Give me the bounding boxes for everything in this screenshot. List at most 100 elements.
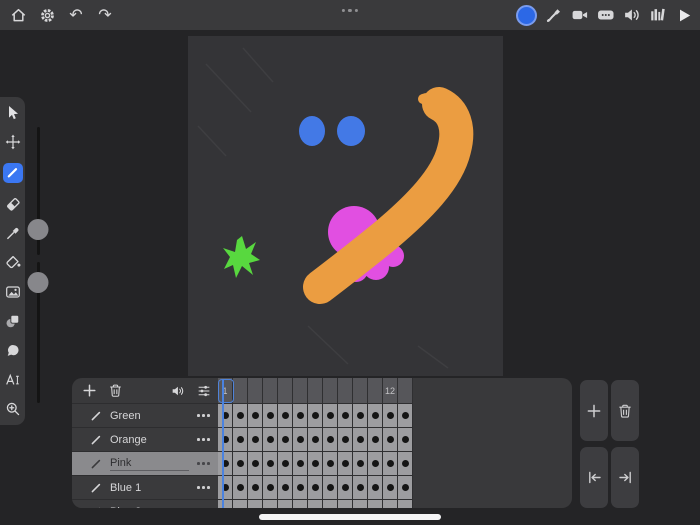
frame-cell[interactable] <box>218 500 232 508</box>
frame-cell[interactable] <box>233 404 247 427</box>
layers-audio-button[interactable] <box>169 382 186 399</box>
shapes-tool-button[interactable] <box>4 313 21 330</box>
frame-cell[interactable] <box>383 500 397 508</box>
frame-cell[interactable] <box>308 452 322 475</box>
redo-button[interactable]: ↷ <box>96 6 114 24</box>
drawing-canvas[interactable] <box>188 36 503 376</box>
frame-cell[interactable] <box>383 476 397 499</box>
draw-tool-button[interactable] <box>2 162 23 183</box>
frame-cell[interactable] <box>233 500 247 508</box>
frame-cell[interactable] <box>218 404 232 427</box>
frame-cell[interactable] <box>308 476 322 499</box>
fill-tool-button[interactable] <box>4 254 21 271</box>
frame-cell[interactable] <box>218 428 232 451</box>
color-swatch[interactable] <box>516 4 537 26</box>
volume-button[interactable] <box>623 6 641 24</box>
window-handle[interactable] <box>341 9 359 13</box>
layer-row-blue-2[interactable]: Blue 2 <box>72 500 218 508</box>
brush-button[interactable] <box>545 6 563 24</box>
frame-cell[interactable] <box>278 500 292 508</box>
home-button[interactable] <box>9 6 27 24</box>
add-layer-button[interactable] <box>81 382 98 399</box>
layer-more-button[interactable] <box>197 486 210 489</box>
frame-header-10[interactable] <box>353 378 367 403</box>
frame-cell[interactable] <box>278 428 292 451</box>
frame-cell[interactable] <box>248 500 262 508</box>
frame-cell[interactable] <box>248 404 262 427</box>
layer-more-button[interactable] <box>197 414 210 417</box>
frame-cell[interactable] <box>293 428 307 451</box>
frame-cell[interactable] <box>248 476 262 499</box>
eraser-tool-button[interactable] <box>4 195 21 212</box>
settings-button[interactable] <box>38 6 56 24</box>
frame-header-7[interactable] <box>308 378 322 403</box>
frame-cell[interactable] <box>248 452 262 475</box>
home-indicator[interactable] <box>259 514 441 520</box>
layer-row-green[interactable]: Green <box>72 404 218 428</box>
camera-button[interactable] <box>571 6 589 24</box>
jump-to-start-button[interactable] <box>580 447 608 508</box>
lasso-tool-button[interactable] <box>4 342 21 359</box>
layer-row-orange[interactable]: Orange <box>72 428 218 452</box>
frame-header-3[interactable] <box>248 378 262 403</box>
frame-cell[interactable] <box>293 452 307 475</box>
layer-more-button[interactable] <box>197 438 210 441</box>
frame-cell[interactable] <box>353 404 367 427</box>
library-button[interactable] <box>649 6 667 24</box>
frame-header-11[interactable] <box>368 378 382 403</box>
frame-cell[interactable] <box>308 404 322 427</box>
select-tool-button[interactable] <box>4 104 21 121</box>
frame-cell[interactable] <box>323 428 337 451</box>
frame-header-6[interactable] <box>293 378 307 403</box>
frame-cell[interactable] <box>233 452 247 475</box>
frame-cell[interactable] <box>293 500 307 508</box>
frame-cell[interactable] <box>368 428 382 451</box>
frame-cell[interactable] <box>218 476 232 499</box>
frame-cell[interactable] <box>338 452 352 475</box>
frame-cell[interactable] <box>278 452 292 475</box>
frame-cell[interactable] <box>368 452 382 475</box>
frame-cell[interactable] <box>233 428 247 451</box>
frame-cell[interactable] <box>368 404 382 427</box>
frame-cell[interactable] <box>353 476 367 499</box>
frame-cell[interactable] <box>278 476 292 499</box>
frame-cell[interactable] <box>338 500 352 508</box>
layer-more-button[interactable] <box>197 462 210 465</box>
frame-cell[interactable] <box>383 452 397 475</box>
tool-slider-upper[interactable] <box>27 127 49 255</box>
frame-cell[interactable] <box>353 500 367 508</box>
frame-cell[interactable] <box>323 476 337 499</box>
frame-cell[interactable] <box>293 476 307 499</box>
frame-cell[interactable] <box>263 404 277 427</box>
delete-layer-button[interactable] <box>107 382 124 399</box>
captions-button[interactable] <box>597 6 615 24</box>
undo-button[interactable]: ↶ <box>67 6 85 24</box>
add-frame-button[interactable] <box>580 380 608 441</box>
frame-cell[interactable] <box>398 428 412 451</box>
jump-to-end-button[interactable] <box>611 447 639 508</box>
frame-cell[interactable] <box>338 428 352 451</box>
frame-cell[interactable] <box>398 500 412 508</box>
frame-cell[interactable] <box>338 476 352 499</box>
eyedropper-tool-button[interactable] <box>4 225 21 242</box>
play-button[interactable] <box>675 6 693 24</box>
frame-cell[interactable] <box>368 500 382 508</box>
frame-cell[interactable] <box>398 452 412 475</box>
frame-cell[interactable] <box>263 476 277 499</box>
frame-cell[interactable] <box>308 500 322 508</box>
frame-header-2[interactable] <box>233 378 247 403</box>
frame-cell[interactable] <box>263 428 277 451</box>
image-tool-button[interactable] <box>4 283 21 300</box>
frame-cell[interactable] <box>338 404 352 427</box>
delete-frame-button[interactable] <box>611 380 639 441</box>
timeline-options-button[interactable] <box>195 382 212 399</box>
frame-cell[interactable] <box>263 452 277 475</box>
frame-cell[interactable] <box>278 404 292 427</box>
tool-slider-lower-knob[interactable] <box>27 272 49 293</box>
zoom-tool-button[interactable] <box>4 401 21 418</box>
frame-cell[interactable] <box>353 428 367 451</box>
frame-cell[interactable] <box>248 428 262 451</box>
frame-header-4[interactable] <box>263 378 277 403</box>
frame-cell[interactable] <box>323 452 337 475</box>
text-tool-button[interactable] <box>4 372 21 389</box>
